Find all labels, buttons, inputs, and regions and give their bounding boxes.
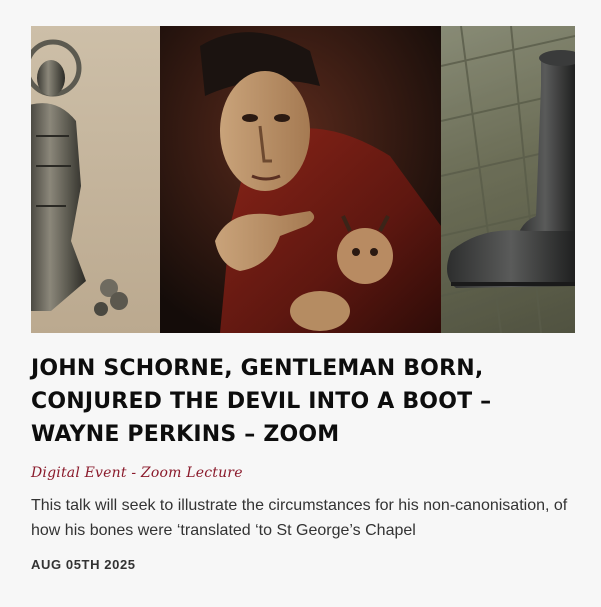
event-title[interactable]: John Schorne, Gentleman Born, Conjured t… [31, 352, 575, 451]
pilgrim-badge-image [31, 26, 160, 333]
event-excerpt: This talk will seek to illustrate the ci… [31, 497, 568, 539]
event-image-link[interactable] [31, 26, 575, 333]
event-date: Aug 05th 2025 [31, 557, 136, 572]
carved-figure-image [160, 26, 441, 333]
boot-image [441, 26, 575, 333]
event-card[interactable]: John Schorne, Gentleman Born, Conjured t… [31, 26, 575, 572]
event-category[interactable]: Digital Event - Zoom Lecture [31, 465, 575, 481]
